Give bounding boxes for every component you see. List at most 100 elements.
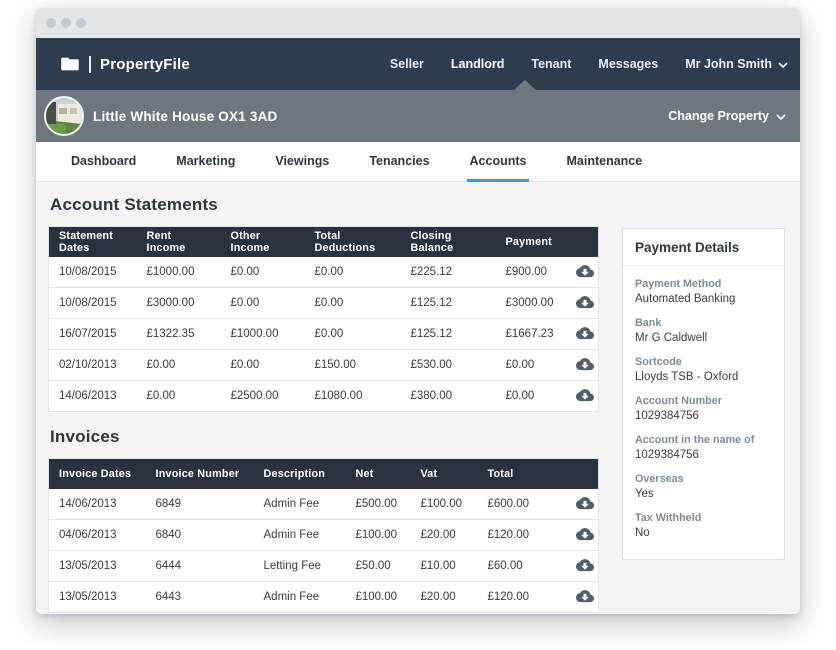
col-statement-dates: Statement Dates <box>49 227 137 257</box>
section-tabs: Dashboard Marketing Viewings Tenancies A… <box>36 142 800 182</box>
window-titlebar <box>36 8 800 38</box>
tab-viewings[interactable]: Viewings <box>272 142 332 182</box>
other-income-cell: £0.00 <box>221 350 305 381</box>
closing-balance-cell: £125.12 <box>401 319 496 350</box>
vat-cell: £100.00 <box>411 489 478 520</box>
invoice-number-cell: 6849 <box>146 489 254 520</box>
cloud-download-icon <box>576 558 594 573</box>
nav-seller[interactable]: Seller <box>390 57 424 71</box>
field-label: Bank <box>635 317 772 329</box>
total-cell: £60.00 <box>478 551 566 582</box>
field-value: 1029384756 <box>635 410 772 422</box>
payment-detail-field: Account in the name of 1029384756 <box>635 434 772 461</box>
download-invoice-button[interactable] <box>576 497 594 510</box>
invoice-date-link[interactable]: 13/05/2013 <box>49 582 146 613</box>
download-statement-button[interactable] <box>576 327 594 340</box>
payment-detail-field: Account Number 1029384756 <box>635 395 772 422</box>
change-property-button[interactable]: Change Property <box>668 109 786 123</box>
tab-maintenance[interactable]: Maintenance <box>563 142 645 182</box>
field-label: Payment Method <box>635 278 772 290</box>
total-deductions-cell: £1080.00 <box>305 381 401 412</box>
tab-dashboard[interactable]: Dashboard <box>68 142 139 182</box>
nav-tenant[interactable]: Tenant <box>531 57 571 71</box>
invoices-table: Invoice Dates Invoice Number Description… <box>48 458 599 613</box>
description-cell: Admin Fee <box>254 489 346 520</box>
total-cell: £120.00 <box>478 520 566 551</box>
field-label: Sortcode <box>635 356 772 368</box>
payment-detail-field: Payment Method Automated Banking <box>635 278 772 305</box>
property-avatar <box>44 96 84 136</box>
col-invoice-dates: Invoice Dates <box>49 459 146 489</box>
chevron-down-icon <box>776 109 786 123</box>
table-row: 04/06/2013 6840 Admin Fee £100.00 £20.00… <box>49 520 599 551</box>
statement-date-link[interactable]: 10/08/2015 <box>49 288 137 319</box>
invoice-number-cell: 6443 <box>146 582 254 613</box>
table-row: 13/05/2013 6444 Letting Fee £50.00 £10.0… <box>49 551 599 582</box>
rent-income-cell: £1322.35 <box>137 319 221 350</box>
total-deductions-cell: £0.00 <box>305 319 401 350</box>
col-total-deductions: Total Deductions <box>305 227 401 257</box>
cloud-download-icon <box>576 388 594 403</box>
closing-balance-cell: £225.12 <box>401 257 496 288</box>
tab-marketing[interactable]: Marketing <box>173 142 238 182</box>
net-cell: £50.00 <box>346 551 411 582</box>
primary-nav: Seller Landlord Tenant Messages Mr John … <box>390 57 788 71</box>
nav-landlord[interactable]: Landlord <box>451 57 504 71</box>
download-statement-button[interactable] <box>576 265 594 278</box>
download-invoice-button[interactable] <box>576 559 594 572</box>
invoice-number-cell: 6444 <box>146 551 254 582</box>
invoice-date-link[interactable]: 04/06/2013 <box>49 520 146 551</box>
col-rent-income: Rent Income <box>137 227 221 257</box>
vat-cell: £20.00 <box>411 520 478 551</box>
invoice-date-link[interactable]: 14/06/2013 <box>49 489 146 520</box>
invoice-date-link[interactable]: 13/05/2013 <box>49 551 146 582</box>
download-invoice-button[interactable] <box>576 528 594 541</box>
property-title: Little White House OX1 3AD <box>93 109 277 124</box>
brand-logo[interactable]: PropertyFile <box>60 56 190 73</box>
field-label: Account Number <box>635 395 772 407</box>
window-minimize-button[interactable] <box>61 18 71 28</box>
user-menu[interactable]: Mr John Smith <box>685 57 788 71</box>
statement-date-link[interactable]: 16/07/2015 <box>49 319 137 350</box>
payment-cell: £0.00 <box>496 350 566 381</box>
total-cell: £120.00 <box>478 582 566 613</box>
field-value: Yes <box>635 488 772 500</box>
download-statement-button[interactable] <box>576 389 594 402</box>
col-vat: Vat <box>411 459 478 489</box>
change-property-label: Change Property <box>668 109 769 123</box>
nav-messages[interactable]: Messages <box>598 57 658 71</box>
payment-details-title: Payment Details <box>623 229 784 266</box>
payment-cell: £0.00 <box>496 381 566 412</box>
other-income-cell: £2500.00 <box>221 381 305 412</box>
table-row: 13/05/2013 6443 Admin Fee £100.00 £20.00… <box>49 582 599 613</box>
user-menu-label: Mr John Smith <box>685 57 772 71</box>
col-net: Net <box>346 459 411 489</box>
download-invoice-button[interactable] <box>576 590 594 603</box>
statement-date-link[interactable]: 02/10/2013 <box>49 350 137 381</box>
active-nav-caret <box>514 80 536 90</box>
download-statement-button[interactable] <box>576 358 594 371</box>
table-row: 14/06/2013 6849 Admin Fee £500.00 £100.0… <box>49 489 599 520</box>
table-row: 10/08/2015 £3000.00 £0.00 £0.00 £125.12 … <box>49 288 599 319</box>
app-window: PropertyFile Seller Landlord Tenant Mess… <box>36 8 800 614</box>
field-value: Automated Banking <box>635 293 772 305</box>
invoices-heading: Invoices <box>50 427 598 447</box>
top-navbar: PropertyFile Seller Landlord Tenant Mess… <box>36 38 800 90</box>
statement-date-link[interactable]: 14/06/2013 <box>49 381 137 412</box>
statement-date-link[interactable]: 10/08/2015 <box>49 257 137 288</box>
table-row: 16/07/2015 £1322.35 £1000.00 £0.00 £125.… <box>49 319 599 350</box>
total-deductions-cell: £0.00 <box>305 288 401 319</box>
window-close-button[interactable] <box>46 18 56 28</box>
download-statement-button[interactable] <box>576 296 594 309</box>
tab-accounts[interactable]: Accounts <box>467 142 530 182</box>
col-invoice-number: Invoice Number <box>146 459 254 489</box>
field-label: Tax Withheld <box>635 512 772 524</box>
cloud-download-icon <box>576 527 594 542</box>
rent-income-cell: £0.00 <box>137 350 221 381</box>
description-cell: Letting Fee <box>254 551 346 582</box>
payment-cell: £900.00 <box>496 257 566 288</box>
total-deductions-cell: £0.00 <box>305 257 401 288</box>
cloud-download-icon <box>576 263 594 278</box>
window-maximize-button[interactable] <box>76 18 86 28</box>
tab-tenancies[interactable]: Tenancies <box>366 142 432 182</box>
